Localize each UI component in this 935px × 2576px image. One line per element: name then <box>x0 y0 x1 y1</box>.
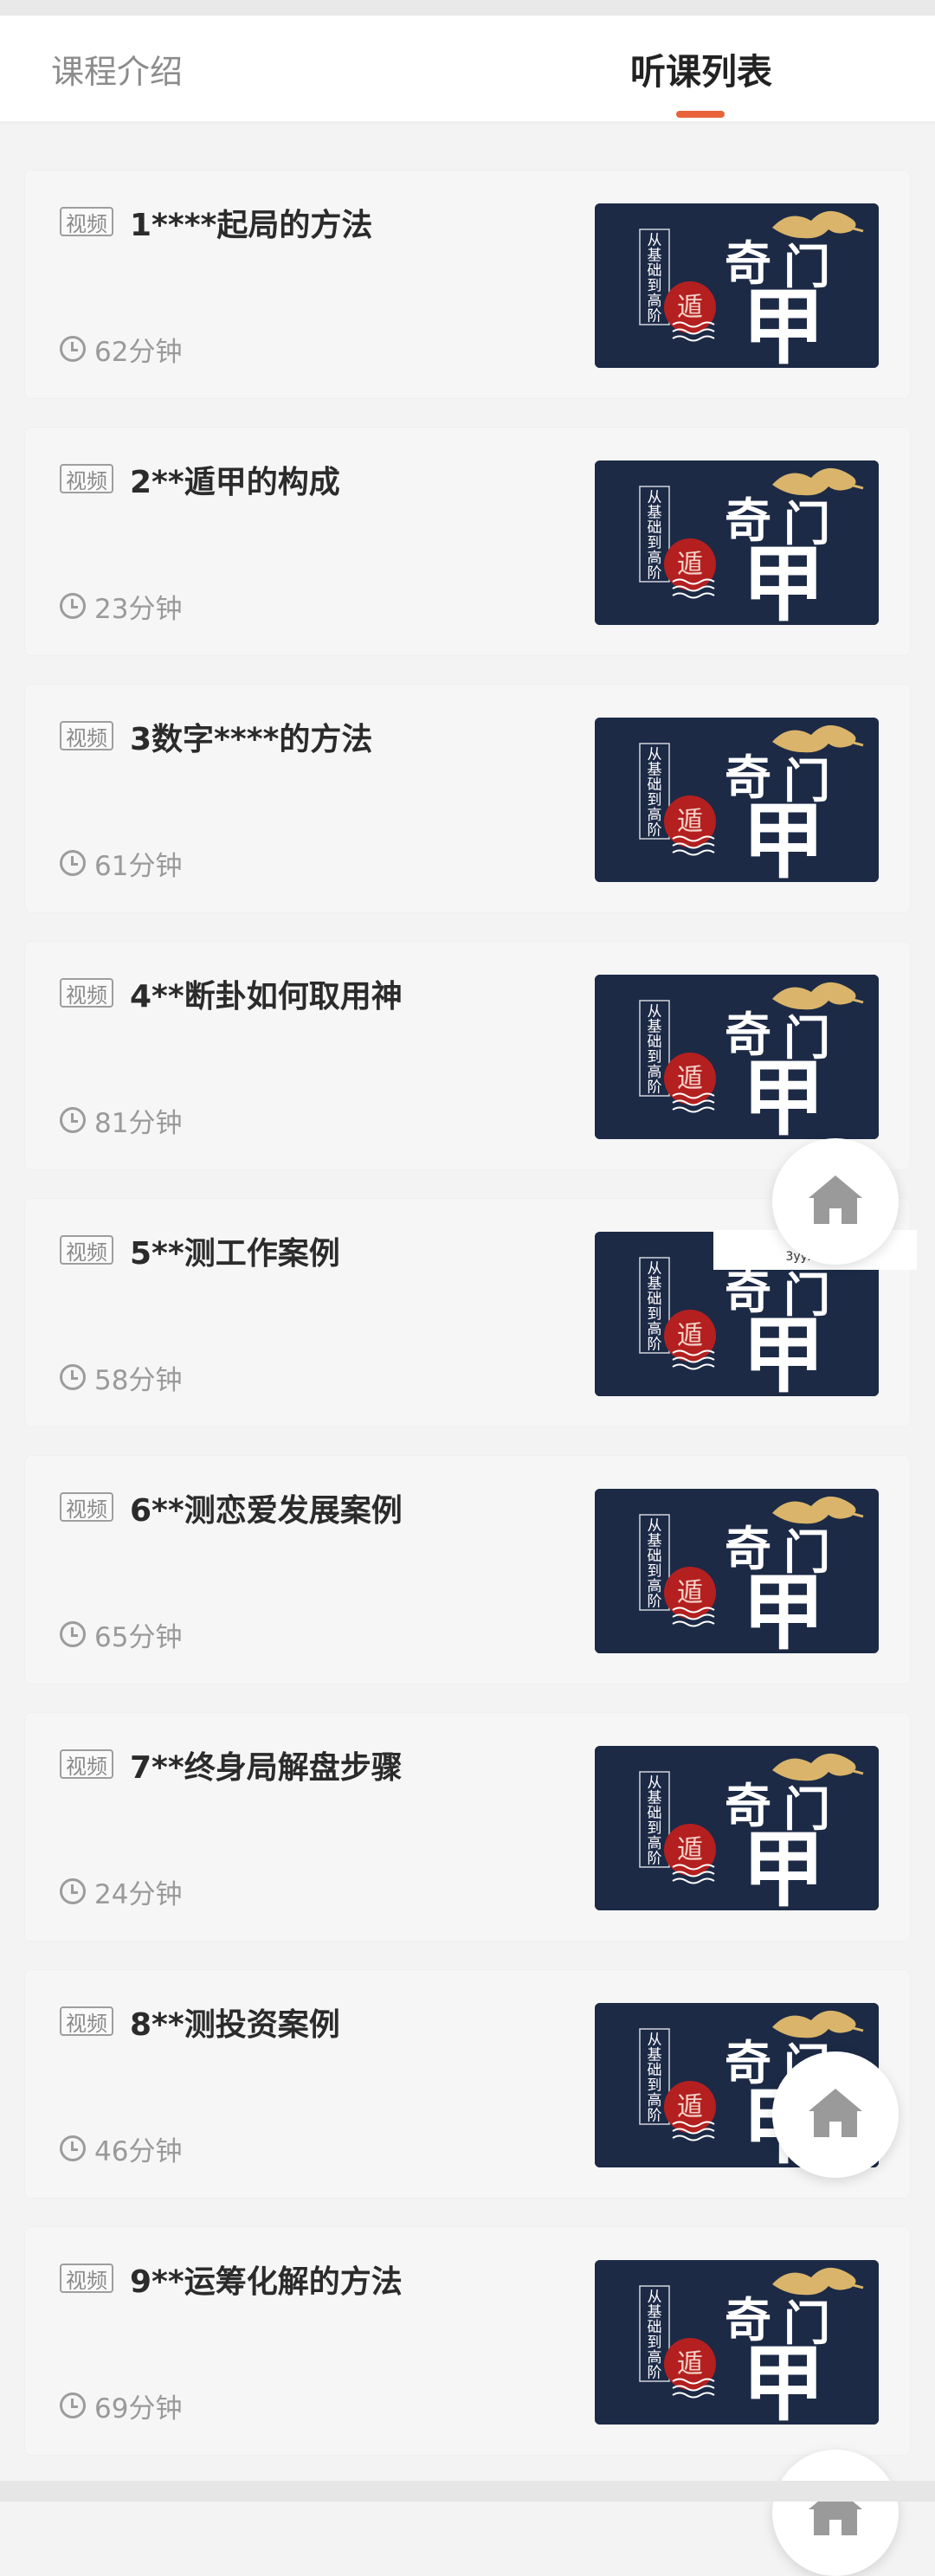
lesson-thumbnail: 从基础到高阶 遁 奇门甲 <box>595 1746 879 1910</box>
clock-icon <box>60 850 86 876</box>
lesson-duration: 58分钟 <box>60 1360 183 1396</box>
home-button[interactable] <box>772 1138 899 1265</box>
lesson-card[interactable]: 视频 7**终身局解盘步骤 24分钟 从基础到高阶 遁 奇门甲 <box>24 1712 911 1942</box>
home-button-2[interactable] <box>772 2051 899 2178</box>
thumb-seal-char: 遁 <box>677 1835 703 1865</box>
thumb-seal-char: 遁 <box>677 807 703 837</box>
home-button-3[interactable] <box>772 2450 899 2576</box>
thumb-title-char: 甲 <box>742 535 825 625</box>
lesson-card[interactable]: 视频 3数字****的方法 61分钟 从基础到高阶 遁 奇门甲 <box>24 684 911 913</box>
lesson-thumbnail: 从基础到高阶 遁 奇门甲 <box>595 2260 879 2425</box>
tab-bar: 课程介绍 听课列表 <box>0 16 935 121</box>
video-badge: 视频 <box>60 1749 113 1779</box>
thumb-title-char: 甲 <box>742 792 825 882</box>
lesson-title: 6**测恋爱发展案例 <box>130 1493 403 1529</box>
clock-icon <box>60 1621 86 1647</box>
thumb-vertical-char: 阶 <box>648 1594 662 1611</box>
video-badge: 视频 <box>60 2264 113 2293</box>
lesson-title: 1****起局的方法 <box>130 208 373 243</box>
thumb-title-char: 甲 <box>742 1563 825 1653</box>
lesson-card[interactable]: 视频 6**测恋爱发展案例 65分钟 从基础到高阶 遁 奇门甲 <box>24 1455 911 1684</box>
thumb-title-char: 甲 <box>742 1049 825 1139</box>
lesson-duration: 62分钟 <box>60 332 183 368</box>
duration-text: 81分钟 <box>94 1107 183 1139</box>
thumb-seal-char: 遁 <box>677 2092 703 2122</box>
video-badge: 视频 <box>60 721 113 750</box>
lesson-duration: 24分钟 <box>60 1874 183 1910</box>
status-strip <box>0 0 935 16</box>
clock-icon <box>60 1364 86 1390</box>
lesson-title: 7**终身局解盘步骤 <box>130 1750 403 1786</box>
thumb-vertical-char: 阶 <box>648 308 662 325</box>
duration-text: 23分钟 <box>94 593 183 625</box>
bottom-strip <box>0 2481 935 2502</box>
home-icon <box>805 2085 866 2144</box>
clock-icon <box>60 2135 86 2161</box>
duration-text: 69分钟 <box>94 2392 183 2425</box>
lesson-card[interactable]: 视频 9**运筹化解的方法 69分钟 从基础到高阶 遁 奇门甲 <box>24 2226 911 2456</box>
lesson-title: 5**测工作案例 <box>130 1236 340 1272</box>
thumb-title-char: 甲 <box>742 278 825 368</box>
active-tab-indicator <box>676 111 725 118</box>
thumb-vertical-char: 阶 <box>648 1851 662 1868</box>
lesson-duration: 81分钟 <box>60 1103 183 1139</box>
thumb-seal-char: 遁 <box>677 2349 703 2380</box>
tab-lesson-list[interactable]: 听课列表 <box>234 16 935 121</box>
video-badge: 视频 <box>60 2006 113 2036</box>
lesson-card[interactable]: 视频 4**断卦如何取用神 81分钟 从基础到高阶 遁 奇门甲 <box>24 941 911 1170</box>
lesson-card[interactable]: 视频 2**遁甲的构成 23分钟 从基础到高阶 遁 奇门甲 <box>24 427 911 656</box>
thumb-vertical-char: 阶 <box>648 1079 662 1097</box>
thumb-seal-char: 遁 <box>677 1064 703 1094</box>
duration-text: 46分钟 <box>94 2135 183 2167</box>
home-icon <box>805 1172 866 1231</box>
duration-text: 62分钟 <box>94 336 183 368</box>
lesson-thumbnail: 从基础到高阶 遁 奇门甲 <box>595 718 879 882</box>
thumb-title-char: 甲 <box>742 1306 825 1396</box>
clock-icon <box>60 2392 86 2418</box>
lesson-card[interactable]: 视频 8**测投资案例 46分钟 从基础到高阶 遁 奇门甲 <box>24 1969 911 2199</box>
lesson-thumbnail: 从基础到高阶 遁 奇门甲 <box>595 203 879 368</box>
video-badge: 视频 <box>60 978 113 1008</box>
thumb-vertical-char: 阶 <box>648 565 662 583</box>
video-badge: 视频 <box>60 464 113 493</box>
lesson-thumbnail: 从基础到高阶 遁 奇门甲 <box>595 1489 879 1653</box>
thumb-vertical-char: 阶 <box>648 1336 662 1354</box>
thumb-vertical-char: 阶 <box>648 2365 662 2382</box>
lesson-thumbnail: 从基础到高阶 遁 奇门甲 <box>595 975 879 1139</box>
thumb-seal-char: 遁 <box>677 1578 703 1608</box>
duration-text: 24分钟 <box>94 1878 183 1910</box>
clock-icon <box>60 336 86 362</box>
lesson-thumbnail: 从基础到高阶 遁 奇门甲 <box>595 460 879 625</box>
thumb-seal-char: 遁 <box>677 550 703 580</box>
lesson-duration: 69分钟 <box>60 2388 183 2425</box>
thumb-seal-char: 遁 <box>677 293 703 323</box>
thumb-seal-char: 遁 <box>677 1321 703 1351</box>
duration-text: 58分钟 <box>94 1364 183 1396</box>
lesson-duration: 23分钟 <box>60 589 183 625</box>
clock-icon <box>60 1878 86 1904</box>
thumb-title-char: 甲 <box>742 1820 825 1910</box>
lesson-title: 4**断卦如何取用神 <box>130 979 403 1014</box>
duration-text: 61分钟 <box>94 850 183 882</box>
duration-text: 65分钟 <box>94 1621 183 1653</box>
lesson-duration: 46分钟 <box>60 2131 183 2167</box>
lesson-title: 2**遁甲的构成 <box>130 465 340 500</box>
lesson-title: 8**测投资案例 <box>130 2007 340 2043</box>
lesson-title: 3数字****的方法 <box>130 722 373 757</box>
lesson-duration: 61分钟 <box>60 846 183 882</box>
clock-icon <box>60 1107 86 1133</box>
lesson-title: 9**运筹化解的方法 <box>130 2264 403 2300</box>
video-badge: 视频 <box>60 1492 113 1522</box>
lesson-duration: 65分钟 <box>60 1617 183 1653</box>
video-badge: 视频 <box>60 1235 113 1265</box>
clock-icon <box>60 593 86 619</box>
video-badge: 视频 <box>60 207 113 236</box>
lesson-card[interactable]: 视频 1****起局的方法 62分钟 从基础到高阶 遁 奇门甲 <box>24 170 911 399</box>
thumb-title-char: 甲 <box>742 2334 825 2425</box>
thumb-vertical-char: 阶 <box>648 822 662 840</box>
thumb-vertical-char: 阶 <box>648 2108 662 2125</box>
